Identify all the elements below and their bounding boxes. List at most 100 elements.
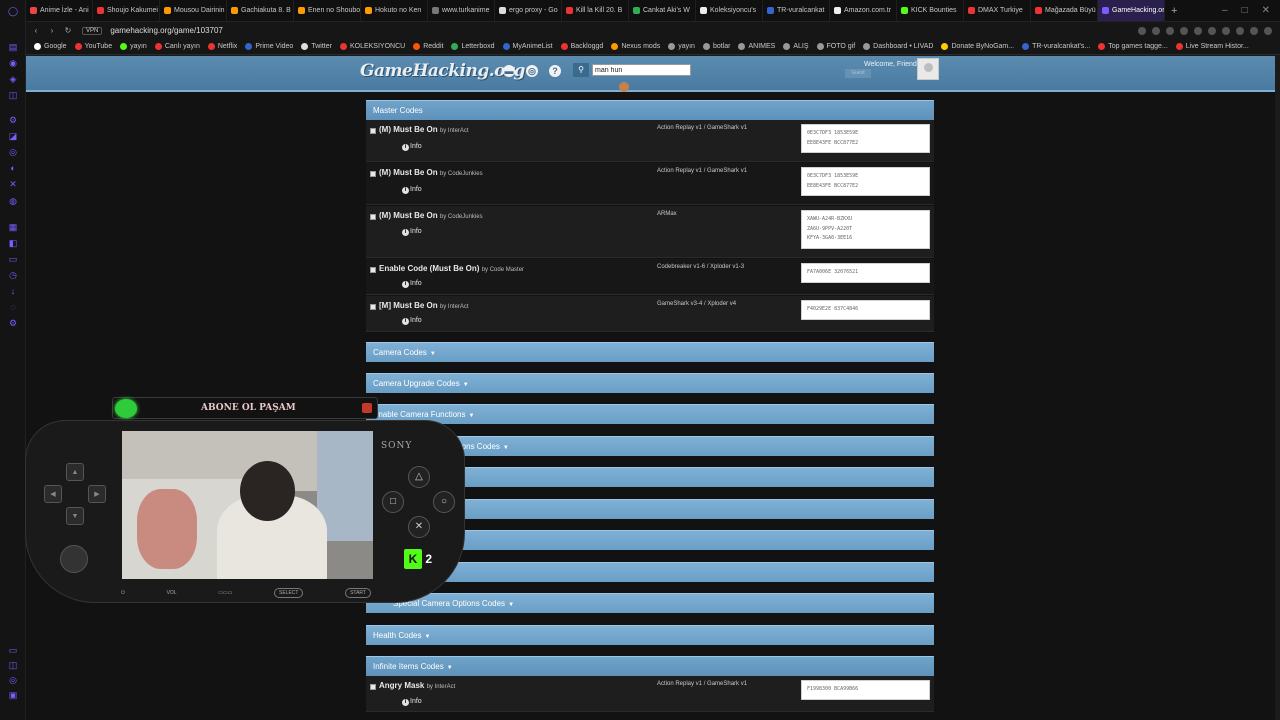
code-name[interactable]: Angry Mask by InterAct	[379, 681, 455, 690]
browser-tab[interactable]: GameHacking.org | Fatal F	[1098, 0, 1165, 21]
vpn-badge[interactable]: VPN	[82, 26, 103, 35]
search-icon[interactable]: ⚲	[573, 63, 589, 77]
sidebar-icon-3[interactable]: ◈	[8, 74, 18, 84]
site-logo[interactable]: GameHacking.org	[360, 61, 525, 81]
section-health-codes[interactable]: Health Codes ▼	[366, 625, 934, 645]
browser-logo-icon[interactable]: ◯	[8, 6, 18, 16]
minimize-icon[interactable]: –	[1222, 5, 1228, 16]
browser-tab[interactable]: Anime İzle - Ani	[26, 0, 93, 21]
browser-tab[interactable]: Amazon.com.tr	[830, 0, 897, 21]
extension-icon[interactable]	[1138, 26, 1146, 35]
bookmark-item[interactable]: FOTO gif	[816, 43, 855, 50]
code-name[interactable]: (M) Must Be On by InterAct	[379, 125, 469, 134]
bookmark-item[interactable]: Letterboxd	[451, 43, 495, 50]
url-field[interactable]: gamehacking.org/game/103707	[110, 26, 223, 35]
code-name[interactable]: (M) Must Be On by CodeJunkies	[379, 211, 483, 220]
code-box[interactable]: 0E3C7DF3 1853E59E EE8E43FE BCC877E2	[801, 124, 930, 153]
bookmark-item[interactable]: Backloggd	[560, 43, 603, 50]
info-button[interactable]: i Info	[402, 698, 422, 706]
reload-icon[interactable]: ↻	[62, 26, 74, 35]
user-avatar[interactable]	[917, 58, 939, 80]
code-name[interactable]: Enable Code (Must Be On) by Code Master	[379, 264, 524, 273]
extension-icon[interactable]	[1236, 26, 1244, 35]
info-button[interactable]: i Info	[402, 143, 422, 151]
sidebar-icon-1[interactable]: ▤	[8, 42, 18, 52]
browser-tab[interactable]: TR-vuralcankat	[763, 0, 830, 21]
browser-tab[interactable]: Mağazada Büyü	[1031, 0, 1098, 21]
sidebar-icon-2[interactable]: ◉	[8, 58, 18, 68]
x-icon[interactable]: ✕	[8, 179, 18, 189]
bookmark-item[interactable]: yayın	[668, 43, 695, 50]
code-checkbox[interactable]	[370, 128, 376, 134]
extension-icon[interactable]	[1264, 26, 1272, 35]
settings-icon[interactable]: ⚙	[8, 318, 18, 328]
chat-icon[interactable]: ▬	[503, 65, 515, 77]
help-icon[interactable]: ?	[549, 65, 561, 77]
section-master-codes[interactable]: Master Codes	[366, 100, 934, 120]
maximize-icon[interactable]: □	[1242, 5, 1248, 16]
section-camera-codes[interactable]: Camera Codes ▼	[366, 342, 934, 362]
bookmark-item[interactable]: KOLEKSIYONCU	[339, 43, 405, 50]
extension-icon[interactable]	[1166, 26, 1174, 35]
bookmark-item[interactable]: Twitter	[301, 43, 332, 50]
search-input[interactable]	[592, 64, 691, 76]
sidebar-icon-4[interactable]: ◫	[8, 90, 18, 100]
download-icon[interactable]: ↓	[8, 286, 18, 296]
browser-tab[interactable]: Kill la Kill 20. B	[562, 0, 629, 21]
sidebar-icon-14[interactable]: ◫	[8, 660, 18, 670]
discord-icon[interactable]: ◍	[8, 196, 18, 206]
info-button[interactable]: i Info	[402, 280, 422, 288]
extension-icon[interactable]	[1180, 26, 1188, 35]
code-box[interactable]: XAWU-A24R-BZKXU ZA6U-9PPV-A220T KFYA-3GA…	[801, 210, 930, 249]
globe-icon[interactable]: ◎	[526, 65, 538, 77]
extension-icon[interactable]	[1208, 26, 1216, 35]
section-enable-camera-functions[interactable]: Enable Camera Functions ▼	[366, 404, 934, 424]
code-checkbox[interactable]	[370, 304, 376, 310]
sidebar-icon-6[interactable]: ◪	[8, 131, 18, 141]
browser-tab[interactable]: Hokuto no Ken	[361, 0, 428, 21]
bookmark-item[interactable]: Nexus mods	[611, 43, 660, 50]
code-checkbox[interactable]	[370, 684, 376, 690]
browser-tab[interactable]: Cankat Aki's W	[629, 0, 696, 21]
browser-tab[interactable]: www.turkanime	[428, 0, 495, 21]
sidebar-icon-10[interactable]: ◧	[8, 238, 18, 248]
sidebar-icon-9[interactable]: ▦	[8, 222, 18, 232]
info-button[interactable]: i Info	[402, 228, 422, 236]
bookmark-item[interactable]: Reddit	[413, 43, 443, 50]
sidebar-icon-5[interactable]: ⚙	[8, 115, 18, 125]
bookmark-item[interactable]: Dashboard • LIVAD	[863, 43, 933, 50]
code-box[interactable]: FA7A006E 32076521	[801, 263, 930, 283]
browser-tab[interactable]: Gachiakuta 8. B	[227, 0, 294, 21]
extension-icon[interactable]	[1250, 26, 1258, 35]
bookmark-item[interactable]: Netflix	[207, 43, 237, 50]
back-icon[interactable]: ‹	[30, 26, 42, 35]
extension-icon[interactable]	[1194, 26, 1202, 35]
browser-tab[interactable]: KICK Bounties	[897, 0, 964, 21]
code-name[interactable]: (M) Must Be On by CodeJunkies	[379, 168, 483, 177]
browser-tab[interactable]: Mousou Dairinin	[160, 0, 227, 21]
bookmark-item[interactable]: YouTube	[74, 43, 112, 50]
info-button[interactable]: i Info	[402, 186, 422, 194]
bookmark-item[interactable]: ANIMES	[738, 43, 775, 50]
bookmark-item[interactable]: Google	[34, 43, 67, 50]
extension-icon[interactable]	[1152, 26, 1160, 35]
browser-tab[interactable]: Shoujo Kakumei	[93, 0, 160, 21]
section-infinite-items-codes[interactable]: Infinite Items Codes ▼	[366, 656, 934, 676]
browser-tab[interactable]: ergo proxy - Go	[495, 0, 562, 21]
code-name[interactable]: [M] Must Be On by InterAct	[379, 301, 469, 310]
code-checkbox[interactable]	[370, 267, 376, 273]
sidebar-icon-8[interactable]: ◐	[8, 163, 18, 173]
bookmark-item[interactable]: Live Stream Histor...	[1175, 43, 1249, 50]
bookmark-item[interactable]: MyAnimeList	[502, 43, 553, 50]
section-camera-upgrade-codes[interactable]: Camera Upgrade Codes ▼	[366, 373, 934, 393]
sidebar-icon-13[interactable]: ▭	[8, 645, 18, 655]
bookmark-item[interactable]: ALIŞ	[783, 43, 809, 50]
code-box[interactable]: F1998300 BCA99B66	[801, 680, 930, 700]
extension-icon[interactable]	[1222, 26, 1230, 35]
bookmark-item[interactable]: Top games tagge...	[1098, 43, 1168, 50]
info-button[interactable]: i Info	[402, 317, 422, 325]
code-checkbox[interactable]	[370, 171, 376, 177]
code-box[interactable]: 0E3C7DF3 1853E59E EE8E43FE BCC877E2	[801, 167, 930, 196]
sidebar-icon-11[interactable]: ▭	[8, 254, 18, 264]
browser-tab[interactable]: Koleksiyoncu's	[696, 0, 763, 21]
